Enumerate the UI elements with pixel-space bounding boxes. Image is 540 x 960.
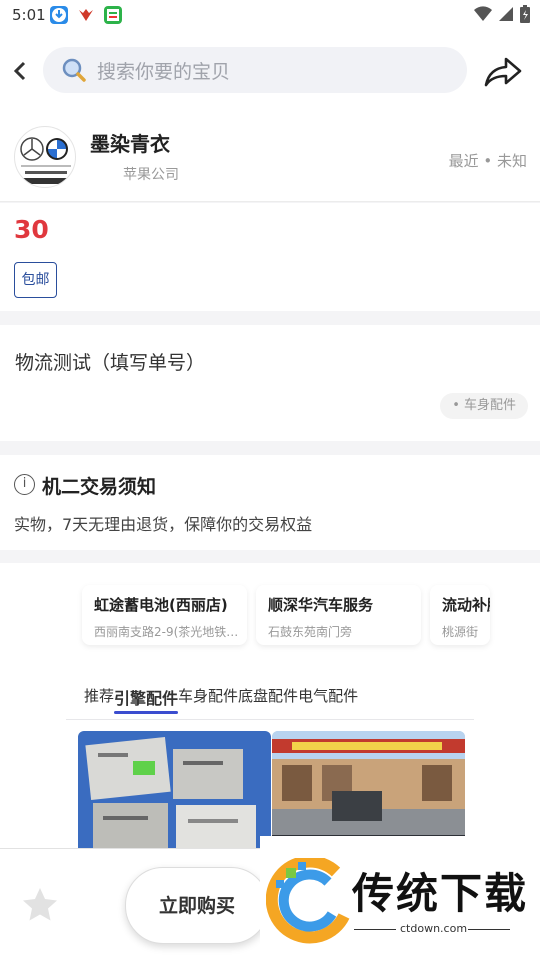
shop-card[interactable]: 虹途蓄电池(西丽店) 西丽南支路2-9(茶光地铁… <box>82 585 247 645</box>
shop-name: 流动补胎 <box>442 596 490 614</box>
search-bar[interactable]: 搜索你要的宝贝 <box>43 47 467 93</box>
search-input[interactable]: 搜索你要的宝贝 <box>97 57 230 84</box>
product-thumbnail[interactable] <box>78 731 271 863</box>
back-button[interactable] <box>12 56 36 86</box>
download-app-icon <box>50 6 68 24</box>
recommendation-area: 虹途蓄电池(西丽店) 西丽南支路2-9(茶光地铁… 顺深华汽车服务 石鼓东苑南门… <box>0 563 540 863</box>
seller-company: 苹果公司 <box>123 167 179 183</box>
share-icon <box>484 57 522 87</box>
divider <box>468 929 510 930</box>
signal-icon <box>498 6 514 26</box>
description-section: 物流测试（填写单号） • 车身配件 <box>0 325 540 441</box>
star-icon <box>23 888 57 921</box>
share-button[interactable] <box>484 51 524 91</box>
info-icon: i <box>14 474 35 495</box>
site-logo-icon <box>266 858 350 944</box>
tab-body-parts[interactable]: 车身配件 <box>178 685 238 709</box>
wifi-icon <box>474 6 492 26</box>
category-chip[interactable]: • 车身配件 <box>440 393 528 419</box>
shop-name: 虹途蓄电池(西丽店) <box>94 596 228 614</box>
notice-text: 实物，7天无理由退货，保障你的交易权益 <box>14 515 313 534</box>
seller-info[interactable]: 墨染青衣 苹果公司 最近 • 未知 <box>0 110 540 202</box>
tab-engine-parts[interactable]: 引擎配件 <box>114 685 178 709</box>
product-description: 物流测试（填写单号） <box>15 352 206 374</box>
divider <box>66 719 474 720</box>
watermark: 传统下载 ctdown.com <box>260 836 540 960</box>
active-tab-indicator <box>114 711 178 714</box>
chevron-left-icon <box>13 61 26 81</box>
status-bar: 5:01 <box>0 0 540 32</box>
divider <box>354 929 396 930</box>
price-section: 30 包邮 <box>0 203 540 311</box>
shop-card[interactable]: 流动补胎 桃源街 <box>430 585 490 645</box>
favorite-button[interactable] <box>20 885 60 925</box>
notice-title: 机二交易须知 <box>42 476 157 498</box>
free-shipping-badge: 包邮 <box>14 262 57 298</box>
trade-notice: i 机二交易须知 实物，7天无理由退货，保障你的交易权益 <box>0 455 540 550</box>
news-app-icon <box>104 6 122 24</box>
watermark-title: 传统下载 <box>352 869 529 918</box>
product-price: 30 <box>14 215 49 244</box>
tab-chassis-parts[interactable]: 底盘配件 <box>238 685 298 709</box>
shop-address: 桃源街 <box>442 625 479 639</box>
shop-address: 石鼓东苑南门旁 <box>268 625 353 639</box>
game-app-icon <box>77 6 95 24</box>
shop-card[interactable]: 顺深华汽车服务 石鼓东苑南门旁 <box>256 585 421 645</box>
status-time: 5:01 <box>12 6 46 24</box>
seller-last-active: 最近 • 未知 <box>448 152 527 170</box>
shop-address: 西丽南支路2-9(茶光地铁… <box>94 625 239 639</box>
search-icon <box>62 58 86 82</box>
tab-electrical-parts[interactable]: 电气配件 <box>298 685 358 709</box>
battery-icon <box>520 5 530 27</box>
watermark-url: ctdown.com <box>400 922 468 935</box>
seller-name: 墨染青衣 <box>90 132 170 156</box>
category-tabs: 推荐 引擎配件 车身配件 底盘配件 电气配件 <box>84 685 358 709</box>
shop-name: 顺深华汽车服务 <box>268 596 374 614</box>
tab-recommend[interactable]: 推荐 <box>84 685 114 709</box>
buy-now-button[interactable]: 立即购买 <box>125 867 269 944</box>
top-header: 搜索你要的宝贝 <box>0 32 540 110</box>
seller-avatar[interactable] <box>14 126 76 188</box>
